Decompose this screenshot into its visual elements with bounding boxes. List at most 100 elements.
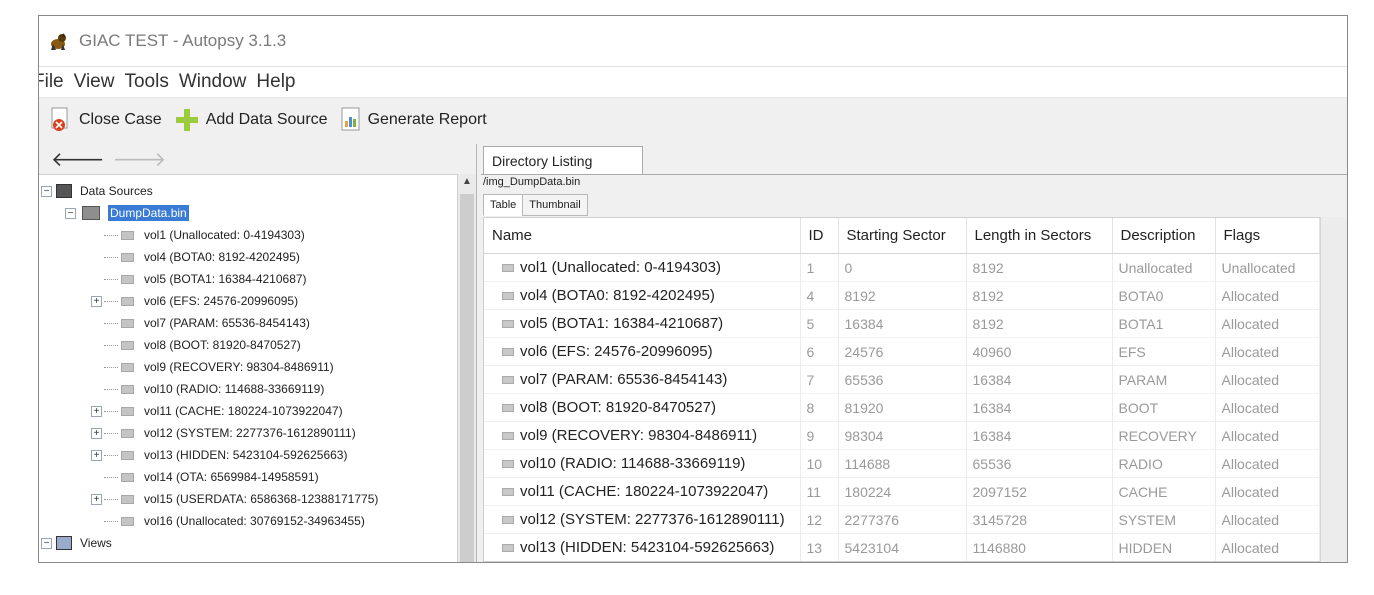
subtab-table[interactable]: Table bbox=[483, 194, 524, 216]
left-pane: 🡐 🡒 − Data Sources − DumpData.bin vol1 (… bbox=[39, 144, 477, 562]
volume-icon bbox=[502, 348, 514, 357]
table-row[interactable]: vol7 (PARAM: 65536-8454143) 7 65536 16384 PA… bbox=[484, 365, 1320, 394]
cell-length-in-sectors: 2097152 bbox=[966, 477, 1113, 506]
collapse-toggle-icon[interactable]: − bbox=[41, 537, 52, 549]
scrollbar-thumb[interactable] bbox=[460, 194, 474, 562]
table-row[interactable]: vol6 (EFS: 24576-20996095) 6 24576 40960 EFS… bbox=[484, 337, 1320, 366]
collapse-toggle-icon[interactable]: − bbox=[65, 207, 76, 219]
tree-connector bbox=[104, 454, 118, 456]
volume-icon bbox=[121, 252, 134, 262]
volume-icon bbox=[502, 292, 514, 301]
cell-starting-sector: 16384 bbox=[838, 309, 967, 338]
column-header[interactable]: Description bbox=[1112, 218, 1216, 254]
volume-icon bbox=[502, 432, 514, 441]
volume-icon bbox=[502, 516, 514, 525]
tree-node-volume[interactable]: vol10 (RADIO: 114688-33669119) bbox=[39, 378, 458, 400]
expand-toggle-icon[interactable]: + bbox=[91, 449, 102, 461]
tree-node-volume[interactable]: vol4 (BOTA0: 8192-4202495) bbox=[39, 246, 458, 268]
back-arrow-icon[interactable]: 🡐 bbox=[51, 147, 105, 172]
collapse-toggle-icon[interactable]: − bbox=[41, 185, 52, 197]
tree-node-data-sources[interactable]: − Data Sources bbox=[39, 180, 458, 202]
cell-length-in-sectors: 3145728 bbox=[966, 505, 1113, 534]
column-header[interactable]: Length in Sectors bbox=[966, 218, 1113, 254]
tree-node-volume[interactable]: vol8 (BOOT: 81920-8470527) bbox=[39, 334, 458, 356]
expand-toggle-icon[interactable]: + bbox=[91, 493, 102, 505]
volume-icon bbox=[121, 362, 134, 372]
cell-name: vol4 (BOTA0: 8192-4202495) bbox=[484, 281, 801, 310]
tree-connector bbox=[104, 344, 118, 346]
add-data-source-button[interactable]: Add Data Source bbox=[174, 107, 328, 133]
cell-text: vol7 (PARAM: 65536-8454143) bbox=[520, 371, 728, 388]
cell-text: vol4 (BOTA0: 8192-4202495) bbox=[520, 287, 715, 304]
tree-node-volume[interactable]: + vol11 (CACHE: 180224-1073922047) bbox=[39, 400, 458, 422]
expand-toggle-icon[interactable]: + bbox=[91, 405, 102, 417]
tree-node-volume[interactable]: vol16 (Unallocated: 30769152-34963455) bbox=[39, 510, 458, 532]
tree-scrollbar[interactable]: ▲ bbox=[457, 174, 476, 562]
table-row[interactable]: vol8 (BOOT: 81920-8470527) 8 81920 16384 BOO… bbox=[484, 393, 1320, 422]
tree-node-views[interactable]: − Views bbox=[39, 532, 458, 554]
subtab-thumbnail[interactable]: Thumbnail bbox=[522, 194, 588, 216]
cell-id: 1 bbox=[800, 253, 839, 282]
tree-node-volume[interactable]: + vol13 (HIDDEN: 5423104-592625663) bbox=[39, 444, 458, 466]
close-case-button[interactable]: Close Case bbox=[49, 107, 162, 133]
plus-icon bbox=[175, 109, 198, 131]
autopsy-dog-icon bbox=[51, 33, 66, 50]
table-row[interactable]: vol10 (RADIO: 114688-33669119) 10 114688 65… bbox=[484, 449, 1320, 478]
table-row[interactable]: vol1 (Unallocated: 0-4194303) 1 0 8192 Unall… bbox=[484, 253, 1320, 282]
title-bar: GIAC TEST - Autopsy 3.1.3 bbox=[39, 16, 1347, 67]
tree-connector bbox=[104, 366, 118, 368]
table-scrollbar[interactable] bbox=[1320, 217, 1347, 562]
tree-node-volume[interactable]: vol9 (RECOVERY: 98304-8486911) bbox=[39, 356, 458, 378]
menu-tools[interactable]: Tools bbox=[124, 71, 168, 93]
cell-length-in-sectors: 65536 bbox=[966, 449, 1113, 478]
tree-node-volume[interactable]: vol7 (PARAM: 65536-8454143) bbox=[39, 312, 458, 334]
expand-toggle-icon[interactable]: + bbox=[91, 295, 102, 307]
menu-window[interactable]: Window bbox=[179, 71, 247, 93]
column-header[interactable]: Flags bbox=[1215, 218, 1320, 254]
table-row[interactable]: vol13 (HIDDEN: 5423104-592625663) 13 54231… bbox=[484, 533, 1320, 561]
cell-id: 6 bbox=[800, 337, 839, 366]
tree-node-volume[interactable]: vol1 (Unallocated: 0-4194303) bbox=[39, 224, 458, 246]
add-data-source-label: Add Data Source bbox=[205, 111, 328, 128]
menu-view[interactable]: View bbox=[74, 71, 115, 93]
table-row[interactable]: vol4 (BOTA0: 8192-4202495) 4 8192 8192 BOTA0… bbox=[484, 281, 1320, 310]
tree-label: vol13 (HIDDEN: 5423104-592625663) bbox=[144, 448, 348, 462]
volume-icon bbox=[502, 376, 514, 385]
forward-arrow-icon[interactable]: 🡒 bbox=[113, 147, 167, 172]
tree-connector bbox=[104, 300, 118, 302]
volume-icon bbox=[121, 296, 134, 306]
column-header[interactable]: Name bbox=[484, 218, 801, 254]
tree-node-volume[interactable]: + vol6 (EFS: 24576-20996095) bbox=[39, 290, 458, 312]
cell-flags: Allocated bbox=[1215, 393, 1320, 422]
cell-length-in-sectors: 8192 bbox=[966, 253, 1113, 282]
tree-node-image[interactable]: − DumpData.bin bbox=[39, 202, 458, 224]
generate-report-label: Generate Report bbox=[367, 111, 487, 128]
expand-toggle-icon[interactable]: + bbox=[91, 427, 102, 439]
tree-node-volume[interactable]: + vol12 (SYSTEM: 2277376-1612890111) bbox=[39, 422, 458, 444]
menu-file[interactable]: File bbox=[39, 71, 64, 93]
cell-name: vol10 (RADIO: 114688-33669119) bbox=[484, 449, 801, 478]
close-case-icon bbox=[51, 107, 68, 131]
cell-id: 5 bbox=[800, 309, 839, 338]
generate-report-button[interactable]: Generate Report bbox=[340, 107, 487, 133]
scroll-up-icon[interactable]: ▲ bbox=[458, 176, 476, 187]
table-row[interactable]: vol12 (SYSTEM: 2277376-1612890111) 12 2277… bbox=[484, 505, 1320, 534]
cell-name: vol12 (SYSTEM: 2277376-1612890111) bbox=[484, 505, 801, 534]
cell-description: BOOT bbox=[1112, 393, 1216, 422]
tree-node-volume[interactable]: vol5 (BOTA1: 16384-4210687) bbox=[39, 268, 458, 290]
tree-node-volume[interactable]: + vol15 (USERDATA: 6586368-12388171775) bbox=[39, 488, 458, 510]
cell-length-in-sectors: 40960 bbox=[966, 337, 1113, 366]
tab-directory-listing[interactable]: Directory Listing bbox=[483, 146, 643, 174]
tree-node-volume[interactable]: vol14 (OTA: 6569984-14958591) bbox=[39, 466, 458, 488]
tree-label: Data Sources bbox=[80, 184, 153, 198]
column-header[interactable]: Starting Sector bbox=[838, 218, 967, 254]
tree-connector bbox=[104, 476, 118, 478]
cell-name: vol1 (Unallocated: 0-4194303) bbox=[484, 253, 801, 282]
table-row[interactable]: vol11 (CACHE: 180224-1073922047) 11 180224… bbox=[484, 477, 1320, 506]
column-header[interactable]: ID bbox=[800, 218, 839, 254]
cell-flags: Allocated bbox=[1215, 281, 1320, 310]
menu-help[interactable]: Help bbox=[256, 71, 295, 93]
table-row[interactable]: vol9 (RECOVERY: 98304-8486911) 9 98304 1638… bbox=[484, 421, 1320, 450]
cell-flags: Allocated bbox=[1215, 337, 1320, 366]
table-row[interactable]: vol5 (BOTA1: 16384-4210687) 5 16384 8192 BOT… bbox=[484, 309, 1320, 338]
